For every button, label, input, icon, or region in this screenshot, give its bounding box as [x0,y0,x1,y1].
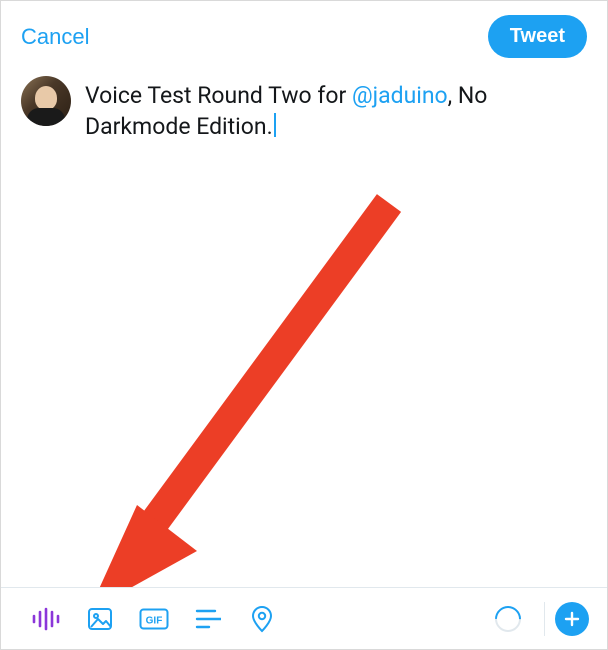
add-gif-button[interactable]: GIF [127,595,181,643]
add-poll-button[interactable] [181,595,235,643]
location-pin-icon [251,605,273,633]
svg-text:GIF: GIF [146,615,163,626]
add-tweet-button[interactable] [555,602,589,636]
plus-icon [563,610,581,628]
compose-header: Cancel Tweet [1,1,607,66]
tweet-text-input[interactable]: Voice Test Round Two for @jaduino, No Da… [85,76,587,142]
voice-wave-icon [31,607,61,631]
voice-tweet-button[interactable] [19,595,73,643]
compose-area: Voice Test Round Two for @jaduino, No Da… [1,66,607,142]
compose-toolbar: GIF [1,587,607,649]
avatar [21,76,71,126]
image-icon [86,605,114,633]
poll-icon [195,607,221,631]
annotation-arrow [89,193,409,613]
tweet-text-part: Voice Test Round Two for [85,82,352,109]
cancel-button[interactable]: Cancel [21,24,89,50]
toolbar-divider [544,602,545,636]
add-image-button[interactable] [73,595,127,643]
tweet-button[interactable]: Tweet [488,15,587,58]
character-count-ring-icon [490,600,527,637]
text-caret [274,113,276,137]
mention-link[interactable]: @jaduino [352,82,448,109]
character-count [484,595,532,643]
add-location-button[interactable] [235,595,289,643]
gif-icon: GIF [139,608,169,630]
